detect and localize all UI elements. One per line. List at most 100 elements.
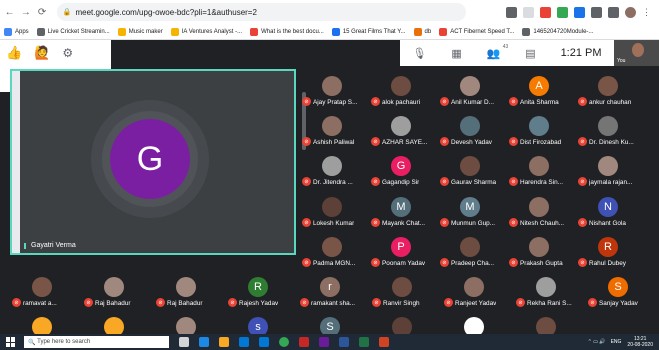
participant-tile[interactable]: ⊘ Anil Kumar D... bbox=[438, 74, 506, 109]
participant-tile[interactable]: ⊘ Devesh Yadav bbox=[438, 114, 506, 149]
tile-layout-icon[interactable]: ▦ bbox=[451, 47, 461, 60]
participant-tile[interactable]: N ⊘ Nishant Gola bbox=[576, 195, 644, 230]
participant-tile[interactable]: ⊘ Dist Firozabad bbox=[507, 114, 575, 149]
participant-tile[interactable]: ⊘ Ranjeet Yadav bbox=[442, 275, 510, 310]
extension-green-icon[interactable] bbox=[557, 6, 568, 18]
mail-icon[interactable] bbox=[259, 337, 269, 347]
puzzle-icon[interactable] bbox=[591, 6, 602, 18]
bookmark-label: Apps bbox=[15, 28, 29, 35]
excel-icon[interactable] bbox=[359, 337, 369, 347]
people-icon[interactable]: 👥 43 bbox=[487, 44, 509, 60]
extension-red-icon[interactable] bbox=[540, 6, 551, 18]
participant-tile[interactable]: ⊘प्रदीप सैनी bbox=[514, 315, 582, 334]
mic-off-icon[interactable]: 🎙 bbox=[412, 47, 426, 60]
taskbar-search-input[interactable]: 🔍 Type here to search bbox=[24, 336, 169, 348]
bookmark-item[interactable]: Apps bbox=[4, 27, 29, 36]
more-icon[interactable]: ⋮ bbox=[642, 7, 653, 18]
active-speaker-tile[interactable]: G Gayatri Verma bbox=[10, 69, 296, 255]
participant-tile[interactable]: ⊘ Prakash Gupta bbox=[507, 235, 575, 270]
edge-icon[interactable] bbox=[199, 337, 209, 347]
participant-tile[interactable]: G ⊘ Gagandip Sir bbox=[369, 154, 437, 189]
powerpoint-icon[interactable] bbox=[379, 337, 389, 347]
participant-tile[interactable]: ⊘ Nitesh Chauh... bbox=[507, 195, 575, 230]
lock-icon: 🔒 bbox=[62, 9, 72, 16]
participant-tile[interactable]: ⊘ Dr. Jitendra ... bbox=[300, 154, 368, 189]
participant-tile[interactable]: ⊘sanjeev kumar bbox=[82, 315, 150, 334]
participant-avatar bbox=[464, 277, 484, 297]
bookmark-item[interactable]: Live Cricket Streamin... bbox=[36, 27, 110, 36]
participant-tile[interactable]: ⊘ ankur chauhan bbox=[576, 74, 644, 109]
mic-muted-icon: ⊘ bbox=[371, 177, 380, 186]
participant-tile[interactable]: s⊘shivraj singh bbox=[226, 315, 294, 334]
file-explorer-icon[interactable] bbox=[219, 337, 229, 347]
bookmark-item[interactable]: Music maker bbox=[117, 27, 163, 36]
participant-tile[interactable]: ⊘sanjeev kumar bbox=[10, 315, 78, 334]
bookmark-item[interactable]: IA Ventures Analyst -... bbox=[170, 27, 242, 36]
speaker-side-strip bbox=[12, 71, 20, 253]
participant-tile[interactable]: ⊘Vivek Kumar ... bbox=[370, 315, 438, 334]
participant-tile[interactable]: ⊘ Raj Bahadur bbox=[82, 275, 150, 310]
back-icon[interactable]: ← bbox=[3, 5, 16, 19]
extension-blue-icon[interactable] bbox=[574, 6, 585, 18]
store-icon[interactable] bbox=[239, 337, 249, 347]
participant-tile[interactable]: ⊘ Dr. Dinesh Ku... bbox=[576, 114, 644, 149]
participant-tile[interactable]: ⊘ Ajay Pratap S... bbox=[300, 74, 368, 109]
bookmarks-bar: Apps Live Cricket Streamin... Music maker I… bbox=[0, 24, 659, 40]
bookmark-item[interactable]: 1465204720Module-... bbox=[522, 27, 593, 36]
participant-tile[interactable]: ⊘ Padma MGN... bbox=[300, 235, 368, 270]
participant-tile[interactable]: ⊘ Ashish Paliwal bbox=[300, 114, 368, 149]
chat-icon[interactable]: ▤ bbox=[525, 47, 535, 60]
bookmark-item[interactable]: 15 Great Films That Y... bbox=[331, 27, 406, 36]
participant-name: Raj Bahadur bbox=[95, 300, 131, 307]
star-icon[interactable] bbox=[523, 6, 534, 18]
forward-icon[interactable]: → bbox=[19, 5, 32, 19]
bookmark-item[interactable]: ACT Fibernet Speed T... bbox=[439, 27, 514, 36]
task-view-icon[interactable] bbox=[179, 337, 189, 347]
chrome-icon[interactable] bbox=[279, 337, 289, 347]
participant-tile[interactable]: S ⊘ Sanjay Yadav bbox=[586, 275, 654, 310]
app-purple-icon[interactable] bbox=[319, 337, 329, 347]
word-icon[interactable] bbox=[339, 337, 349, 347]
url-field[interactable]: 🔒 meet.google.com/upg-owoe-bdc?pli=1&aut… bbox=[56, 3, 466, 21]
participant-name: Ajay Pratap S... bbox=[313, 99, 358, 106]
thumbs-up-icon[interactable]: 👍 bbox=[6, 45, 22, 61]
participant-tile[interactable]: ⊘ alok pachauri bbox=[369, 74, 437, 109]
mic-muted-icon: ⊘ bbox=[302, 137, 311, 146]
participant-name: Sanjay Yadav bbox=[599, 300, 638, 307]
participant-tile[interactable]: M ⊘ Mayank Chat... bbox=[369, 195, 437, 230]
participant-tile[interactable]: A ⊘ Anita Sharma bbox=[507, 74, 575, 109]
participant-tile[interactable]: M ⊘ Munmun Gup... bbox=[438, 195, 506, 230]
windows-taskbar: 🔍 Type here to search ⌃ ▭ 🔊 ENG 13:21 20… bbox=[0, 334, 659, 350]
tray-chevron-icon[interactable]: ⌃ ▭ 🔊 bbox=[588, 339, 606, 345]
bookmark-item[interactable]: What is the best docu... bbox=[250, 27, 324, 36]
clock[interactable]: 13:21 20-08-2020 bbox=[627, 336, 653, 348]
raise-hand-icon[interactable]: 🙋 bbox=[34, 45, 50, 61]
participant-tile[interactable]: ⊘ Gaurav Sharma bbox=[438, 154, 506, 189]
windows-start-icon[interactable] bbox=[6, 337, 18, 347]
participant-tile[interactable]: ⊘ Rekha Rani S... bbox=[514, 275, 582, 310]
participant-tile[interactable]: ⊘ ramavat a... bbox=[10, 275, 78, 310]
cast-icon[interactable] bbox=[608, 6, 619, 18]
participant-tile[interactable]: R ⊘ Rahul Dubey bbox=[576, 235, 644, 270]
app-red-icon[interactable] bbox=[299, 337, 309, 347]
participant-tile[interactable]: ⊘ Harendra Sin... bbox=[507, 154, 575, 189]
participant-tile[interactable]: ⊘ Pradeep Cha... bbox=[438, 235, 506, 270]
self-tile[interactable]: You bbox=[614, 40, 659, 66]
participant-tile[interactable]: ⊘ jaymala rajan... bbox=[576, 154, 644, 189]
participant-tile[interactable]: ⊘ Ranvir Singh bbox=[370, 275, 438, 310]
gear-icon[interactable]: ⚙ bbox=[62, 46, 73, 60]
participant-tile[interactable]: ⊘ Raj Bahadur bbox=[154, 275, 222, 310]
participant-tile[interactable]: r ⊘ ramakant sha... bbox=[298, 275, 366, 310]
language-indicator[interactable]: ENG bbox=[611, 339, 622, 345]
reload-icon[interactable]: ⟳ bbox=[36, 5, 49, 19]
participant-tile[interactable]: ⊘ Lokesh Kumar bbox=[300, 195, 368, 230]
bookmark-item[interactable]: db bbox=[413, 27, 431, 36]
participant-tile[interactable]: ⊘ AZHAR SAYE... bbox=[369, 114, 437, 149]
grid-extension-icon[interactable] bbox=[506, 6, 517, 18]
participant-tile[interactable]: P ⊘ Poonam Yadav bbox=[369, 235, 437, 270]
profile-avatar[interactable] bbox=[625, 6, 636, 18]
participant-tile[interactable]: ⊘SHANTI DEVI... bbox=[154, 315, 222, 334]
participant-tile[interactable]: R ⊘ Rajesh Yadav bbox=[226, 275, 294, 310]
participant-tile[interactable]: ⊘Y.T GAMER bbox=[442, 315, 510, 334]
participant-tile[interactable]: S⊘Sumitra Devi ... bbox=[298, 315, 366, 334]
